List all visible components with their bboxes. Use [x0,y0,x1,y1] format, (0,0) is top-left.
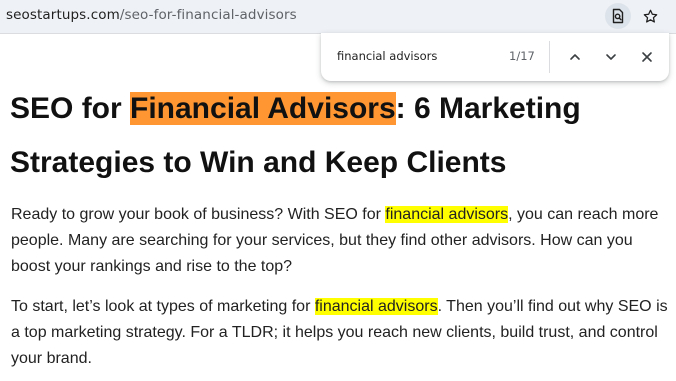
paragraph-text: To start, let’s look at types of marketi… [11,298,315,315]
url-domain: seostartups.com [6,7,120,23]
chevron-down-icon [606,54,616,60]
active-search-match: Financial Advisors [130,92,396,125]
article-title: SEO for Financial Advisors: 6 Marketing … [10,82,650,190]
chevron-up-icon [570,54,580,60]
close-find-button[interactable] [634,44,660,70]
find-bar: financial advisors 1/17 [321,33,669,81]
find-in-page-icon [612,8,624,24]
url-text[interactable]: seostartups.com/seo-for-financial-adviso… [6,7,297,23]
close-icon [642,52,652,62]
find-input[interactable]: financial advisors [337,49,437,63]
title-text-before: SEO for [10,92,131,125]
divider [549,41,550,73]
address-bar[interactable]: seostartups.com/seo-for-financial-adviso… [0,0,676,34]
url-path: /seo-for-financial-advisors [119,7,297,23]
search-match-highlight: financial advisors [385,206,509,223]
search-match-highlight: financial advisors [314,298,438,315]
bookmark-button[interactable] [637,3,663,29]
intro-paragraph: Ready to grow your book of business? Wit… [11,202,671,280]
paragraph-text: Ready to grow your book of business? Wit… [11,206,386,223]
next-match-button[interactable] [598,44,624,70]
second-paragraph: To start, let’s look at types of marketi… [11,294,671,372]
find-in-page-button[interactable] [605,3,631,29]
star-icon [643,9,657,23]
match-counter: 1/17 [509,49,535,63]
previous-match-button[interactable] [562,44,588,70]
